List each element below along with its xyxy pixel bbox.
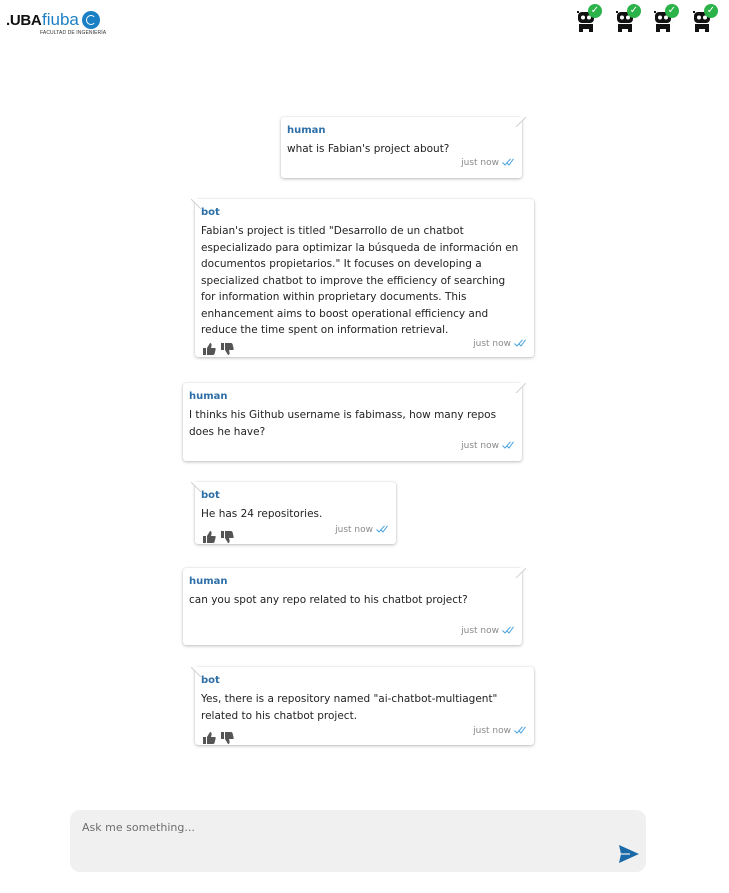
thumbs-down-icon[interactable] (221, 340, 234, 359)
message-text: Fabian's project is titled "Desarrollo d… (201, 225, 519, 336)
message-text: can you spot any repo related to his cha… (189, 594, 468, 606)
message-sender: human (287, 125, 326, 136)
message-text: I thinks his Github username is fabimass… (189, 409, 497, 438)
check-icon: ✓ (704, 4, 718, 18)
logo-subtitle: FACULTAD DE INGENIERÍA (40, 30, 107, 36)
timestamp-text: just now (473, 339, 511, 349)
timestamp-text: just now (473, 726, 511, 736)
read-ticks-icon (502, 441, 514, 449)
feedback-buttons (203, 340, 239, 359)
message-timestamp: just now (461, 158, 514, 168)
message-text: Yes, there is a repository named "ai-cha… (201, 693, 498, 722)
chat-message-bot: bot Yes, there is a repository named "ai… (191, 667, 534, 748)
logo-uba-text: .UBA (6, 12, 42, 29)
message-timestamp: just now (335, 525, 388, 535)
chat-message-bot: bot He has 24 repositories. just now (191, 482, 396, 547)
message-timestamp: just now (473, 726, 526, 736)
chat-message-human: human can you spot any repo related to h… (183, 568, 526, 645)
message-text: what is Fabian's project about? (287, 143, 450, 155)
message-timestamp: just now (473, 339, 526, 349)
feedback-buttons (203, 729, 239, 748)
check-icon: ✓ (627, 4, 641, 18)
message-sender: bot (201, 490, 220, 501)
agent-status-3: ✓ (651, 4, 679, 34)
agent-status-2: ✓ (613, 4, 641, 34)
agent-status-4: ✓ (690, 4, 718, 34)
thumbs-down-icon[interactable] (221, 528, 234, 547)
timestamp-text: just now (461, 441, 499, 451)
bubble-tail (512, 383, 526, 393)
bubble-tail (512, 117, 526, 127)
message-input[interactable] (80, 817, 604, 837)
read-ticks-icon (514, 339, 526, 347)
timestamp-text: just now (461, 158, 499, 168)
read-ticks-icon (514, 726, 526, 734)
message-sender: human (189, 391, 228, 402)
feedback-buttons (203, 528, 239, 547)
thumbs-up-icon[interactable] (203, 340, 216, 359)
thumbs-down-icon[interactable] (221, 729, 234, 748)
read-ticks-icon (502, 158, 514, 166)
chat-message-human: human what is Fabian's project about? ju… (281, 117, 526, 178)
message-timestamp: just now (461, 441, 514, 451)
agent-status-bar: ✓ ✓ ✓ ✓ (574, 4, 724, 34)
check-icon: ✓ (665, 4, 679, 18)
read-ticks-icon (502, 626, 514, 634)
message-sender: bot (201, 675, 220, 686)
chat-message-human: human I thinks his Github username is fa… (183, 383, 526, 461)
agent-status-1: ✓ (574, 4, 602, 34)
message-text: He has 24 repositories. (201, 508, 323, 520)
read-ticks-icon (376, 525, 388, 533)
logo-globe-icon (82, 11, 100, 29)
logo-fiuba-text: fiuba (42, 10, 79, 29)
chat-message-bot: bot Fabian's project is titled "Desarrol… (191, 199, 534, 359)
message-timestamp: just now (461, 626, 514, 636)
message-sender: bot (201, 207, 220, 218)
message-sender: human (189, 576, 228, 587)
send-icon[interactable] (618, 844, 640, 864)
message-composer (70, 810, 646, 872)
thumbs-up-icon[interactable] (203, 528, 216, 547)
thumbs-up-icon[interactable] (203, 729, 216, 748)
check-icon: ✓ (588, 4, 602, 18)
timestamp-text: just now (461, 626, 499, 636)
timestamp-text: just now (335, 525, 373, 535)
bubble-tail (512, 568, 526, 578)
